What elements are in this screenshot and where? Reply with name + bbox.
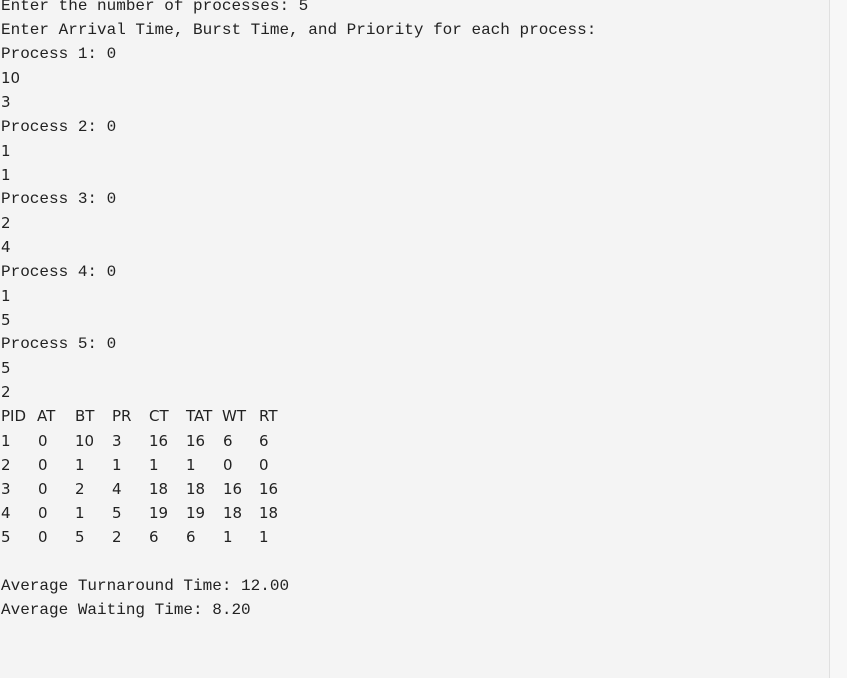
process-2-burst: 1 — [1, 142, 11, 160]
table-cell: 18 — [259, 504, 279, 522]
table-cell: 1 — [112, 456, 122, 474]
average-turnaround-time: Average Turnaround Time: 12.00 — [1, 577, 290, 595]
table-cell: 0 — [259, 456, 269, 474]
header-bt: BT — [75, 407, 95, 425]
process-4-burst: 1 — [1, 287, 11, 305]
table-cell: 2 — [1, 456, 11, 474]
header-rt: RT — [259, 407, 278, 425]
table-cell: 1 — [259, 528, 269, 546]
table-cell: 6 — [149, 528, 159, 546]
table-cell: 0 — [38, 432, 48, 450]
process-3-burst: 2 — [1, 214, 11, 232]
table-cell: 19 — [186, 504, 206, 522]
process-5-priority: 2 — [1, 383, 11, 401]
prompt-process-count: Enter the number of processes: 5 — [1, 0, 309, 15]
table-cell: 5 — [112, 504, 122, 522]
process-4-priority: 5 — [1, 311, 11, 329]
table-cell: 0 — [38, 528, 48, 546]
process-1-burst: 10 — [1, 69, 21, 87]
table-cell: 6 — [186, 528, 196, 546]
table-cell: 4 — [112, 480, 122, 498]
table-cell: 1 — [186, 456, 196, 474]
process-1-label: Process 1: 0 — [1, 45, 117, 63]
table-cell: 5 — [1, 528, 11, 546]
table-cell: 0 — [223, 456, 233, 474]
table-cell: 6 — [259, 432, 269, 450]
table-cell: 1 — [75, 504, 85, 522]
table-cell: 18 — [149, 480, 169, 498]
prompt-input-fields: Enter Arrival Time, Burst Time, and Prio… — [1, 21, 597, 39]
table-cell: 19 — [149, 504, 169, 522]
header-wt: WT — [222, 407, 246, 425]
table-cell: 16 — [223, 480, 243, 498]
console-output: Enter the number of processes: 5 Enter A… — [0, 0, 829, 678]
header-pr: PR — [112, 407, 132, 425]
table-cell: 3 — [112, 432, 122, 450]
table-cell: 10 — [75, 432, 95, 450]
table-cell: 18 — [186, 480, 206, 498]
table-cell: 18 — [223, 504, 243, 522]
table-cell: 0 — [38, 456, 48, 474]
table-cell: 4 — [1, 504, 11, 522]
process-4-label: Process 4: 0 — [1, 263, 117, 281]
table-cell: 5 — [75, 528, 85, 546]
table-cell: 0 — [38, 480, 48, 498]
table-cell: 1 — [1, 432, 11, 450]
header-pid: PID — [1, 407, 27, 425]
table-cell: 16 — [259, 480, 279, 498]
process-2-label: Process 2: 0 — [1, 118, 117, 136]
header-at: AT — [37, 407, 56, 425]
header-ct: CT — [149, 407, 169, 425]
process-2-priority: 1 — [1, 166, 11, 184]
table-cell: 0 — [38, 504, 48, 522]
process-3-priority: 4 — [1, 238, 11, 256]
table-cell: 2 — [112, 528, 122, 546]
process-5-burst: 5 — [1, 359, 11, 377]
table-cell: 16 — [149, 432, 169, 450]
process-5-label: Process 5: 0 — [1, 335, 117, 353]
table-cell: 6 — [223, 432, 233, 450]
table-cell: 1 — [149, 456, 159, 474]
table-cell: 16 — [186, 432, 206, 450]
process-1-priority: 3 — [1, 93, 11, 111]
process-3-label: Process 3: 0 — [1, 190, 117, 208]
table-cell: 2 — [75, 480, 85, 498]
table-cell: 3 — [1, 480, 11, 498]
vertical-scrollbar[interactable] — [829, 0, 847, 678]
header-tat: TAT — [186, 407, 213, 425]
table-cell: 1 — [75, 456, 85, 474]
table-cell: 1 — [223, 528, 233, 546]
average-waiting-time: Average Waiting Time: 8.20 — [1, 601, 251, 619]
